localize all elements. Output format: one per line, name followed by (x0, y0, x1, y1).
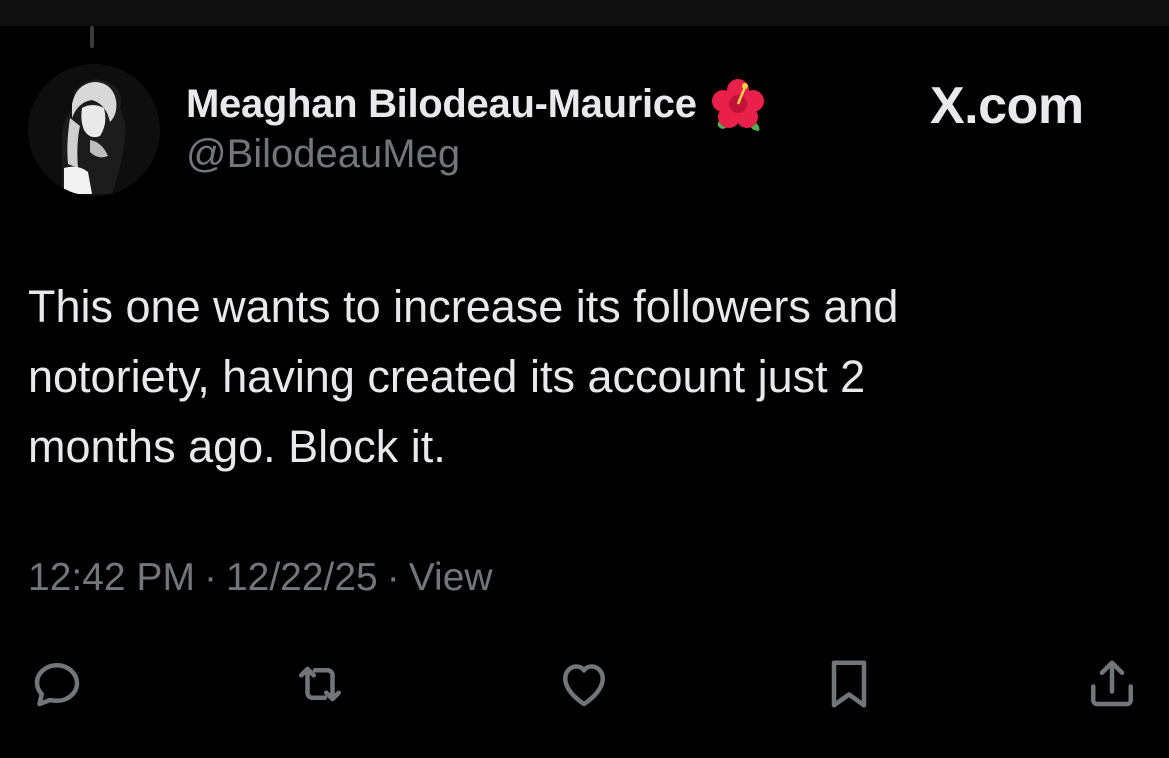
tweet-line: This one wants to increase its followers… (28, 281, 899, 332)
like-icon (563, 664, 605, 707)
repost-icon (299, 666, 341, 702)
avatar[interactable] (28, 64, 160, 196)
top-bar (0, 0, 1169, 26)
hibiscus-icon (709, 75, 767, 133)
meta-separator: · (386, 556, 400, 599)
avatar-photo (28, 64, 160, 196)
view-link[interactable]: View (409, 556, 493, 600)
tweet-text: This one wants to increase its followers… (28, 272, 1138, 482)
bookmark-icon (831, 660, 867, 708)
brand-label: X.com (930, 77, 1084, 135)
meta-separator: · (203, 556, 217, 599)
timestamp-time[interactable]: 12:42 PM (28, 556, 195, 600)
reply-button[interactable] (25, 652, 89, 716)
share-button[interactable] (1080, 652, 1144, 716)
like-button[interactable] (552, 652, 616, 716)
tweet-meta: 12:42 PM · 12/22/25 · View (28, 556, 493, 600)
bookmark-button[interactable] (817, 652, 881, 716)
tweet-line: notoriety, having created its account ju… (28, 351, 866, 402)
reply-icon (34, 663, 80, 707)
share-icon (1091, 660, 1133, 707)
handle[interactable]: @BilodeauMeg (186, 132, 767, 177)
thread-connector-line (90, 26, 94, 48)
author-block[interactable]: Meaghan Bilodeau-Maurice @BilodeauMeg (186, 78, 767, 177)
repost-button[interactable] (288, 652, 352, 716)
name-row: Meaghan Bilodeau-Maurice (186, 75, 767, 133)
display-name[interactable]: Meaghan Bilodeau-Maurice (186, 82, 697, 127)
timestamp-date[interactable]: 12/22/25 (226, 556, 378, 600)
tweet-line: months ago. Block it. (28, 421, 446, 472)
